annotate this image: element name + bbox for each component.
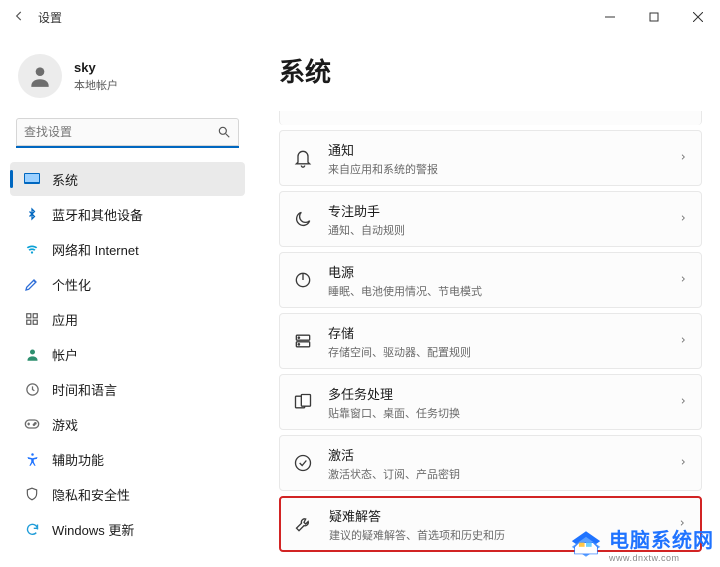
privacy-icon xyxy=(24,486,40,502)
accounts-icon xyxy=(24,346,40,362)
apps-icon xyxy=(24,311,40,327)
card-subtitle: 激活状态、订阅、产品密钥 xyxy=(328,466,665,482)
sidebar-item-personalize[interactable]: 个性化 xyxy=(10,267,245,301)
card-subtitle: 通知、自动规则 xyxy=(328,222,665,238)
window-title: 设置 xyxy=(38,9,62,26)
sidebar-item-gaming[interactable]: 游戏 xyxy=(10,407,245,441)
sidebar-item-privacy[interactable]: 隐私和安全性 xyxy=(10,477,245,511)
sidebar-item-bluetooth[interactable]: 蓝牙和其他设备 xyxy=(10,197,245,231)
sidebar-item-label: 系统 xyxy=(52,170,78,189)
sidebar-item-label: Windows 更新 xyxy=(52,520,134,539)
time-icon xyxy=(24,381,40,397)
page-title: 系统 xyxy=(279,52,702,89)
update-icon xyxy=(24,521,40,537)
sidebar-item-label: 应用 xyxy=(52,310,78,329)
avatar xyxy=(18,54,62,98)
card-title: 存储 xyxy=(328,323,665,342)
chevron-right-icon xyxy=(679,333,687,349)
close-button[interactable] xyxy=(676,0,720,34)
minimize-button[interactable] xyxy=(588,0,632,34)
storage-icon xyxy=(292,330,314,352)
watermark-logo-icon xyxy=(569,527,603,561)
power-icon xyxy=(292,269,314,291)
back-button[interactable] xyxy=(10,9,28,26)
card-subtitle: 贴靠窗口、桌面、任务切换 xyxy=(328,405,665,421)
card-title: 电源 xyxy=(328,262,665,281)
sidebar-item-update[interactable]: Windows 更新 xyxy=(10,512,245,546)
search-input[interactable] xyxy=(16,118,239,148)
sidebar-item-label: 隐私和安全性 xyxy=(52,485,130,504)
sidebar-item-label: 帐户 xyxy=(52,345,78,364)
sidebar-item-accessibility[interactable]: 辅助功能 xyxy=(10,442,245,476)
sidebar-item-accounts[interactable]: 帐户 xyxy=(10,337,245,371)
brush-icon xyxy=(24,276,40,292)
chevron-right-icon xyxy=(679,394,687,410)
settings-card-activation[interactable]: 激活 激活状态、订阅、产品密钥 xyxy=(279,435,702,491)
search-icon xyxy=(217,125,231,139)
card-title: 激活 xyxy=(328,445,665,464)
wifi-icon xyxy=(24,241,40,257)
wrench-icon xyxy=(293,513,315,535)
sidebar-item-apps[interactable]: 应用 xyxy=(10,302,245,336)
settings-card-notifications[interactable]: 通知 来自应用和系统的警报 xyxy=(279,130,702,186)
profile-block[interactable]: sky 本地帐户 xyxy=(6,48,249,112)
card-title: 多任务处理 xyxy=(328,384,665,403)
chevron-right-icon xyxy=(679,211,687,227)
bluetooth-icon xyxy=(24,206,40,222)
sidebar-item-label: 游戏 xyxy=(52,415,78,434)
sidebar-item-label: 蓝牙和其他设备 xyxy=(52,205,143,224)
chevron-right-icon xyxy=(679,455,687,471)
multitask-icon xyxy=(292,391,314,413)
check-icon xyxy=(292,452,314,474)
card-title: 专注助手 xyxy=(328,201,665,220)
settings-card-storage[interactable]: 存储 存储空间、驱动器、配置规则 xyxy=(279,313,702,369)
card-title: 通知 xyxy=(328,140,665,159)
maximize-button[interactable] xyxy=(632,0,676,34)
card-prev-clip xyxy=(279,111,702,125)
watermark-url: www.dnxtw.com xyxy=(609,553,714,563)
card-subtitle: 睡眠、电池使用情况、节电模式 xyxy=(328,283,665,299)
chevron-right-icon xyxy=(679,150,687,166)
gaming-icon xyxy=(24,416,40,432)
sidebar-item-network[interactable]: 网络和 Internet xyxy=(10,232,245,266)
sidebar-item-system[interactable]: 系统 xyxy=(10,162,245,196)
profile-name: sky xyxy=(74,60,118,75)
sidebar-item-label: 网络和 Internet xyxy=(52,240,139,259)
sidebar-item-label: 时间和语言 xyxy=(52,380,117,399)
sidebar-item-time[interactable]: 时间和语言 xyxy=(10,372,245,406)
card-title: 疑难解答 xyxy=(329,506,664,525)
sidebar-item-label: 辅助功能 xyxy=(52,450,104,469)
sidebar-item-label: 个性化 xyxy=(52,275,91,294)
system-icon xyxy=(24,171,40,187)
settings-card-power[interactable]: 电源 睡眠、电池使用情况、节电模式 xyxy=(279,252,702,308)
watermark-title: 电脑系统网 xyxy=(609,524,714,553)
bell-icon xyxy=(292,147,314,169)
accessibility-icon xyxy=(24,451,40,467)
settings-card-focus[interactable]: 专注助手 通知、自动规则 xyxy=(279,191,702,247)
watermark: 电脑系统网 www.dnxtw.com xyxy=(569,524,714,563)
profile-subtitle: 本地帐户 xyxy=(74,77,118,93)
chevron-right-icon xyxy=(679,272,687,288)
card-subtitle: 存储空间、驱动器、配置规则 xyxy=(328,344,665,360)
settings-card-multitask[interactable]: 多任务处理 贴靠窗口、桌面、任务切换 xyxy=(279,374,702,430)
moon-icon xyxy=(292,208,314,230)
card-subtitle: 来自应用和系统的警报 xyxy=(328,161,665,177)
